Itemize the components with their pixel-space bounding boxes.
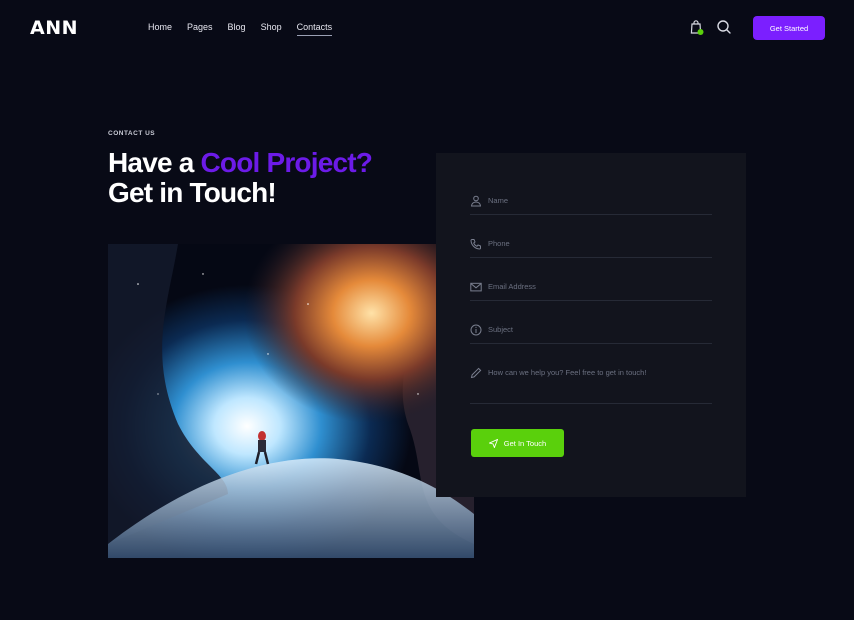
pencil-icon: [470, 366, 482, 379]
nav-contacts[interactable]: Contacts: [296, 22, 333, 36]
nav-pages[interactable]: Pages: [187, 22, 213, 36]
submit-label: Get In Touch: [503, 438, 547, 448]
headline-part1: Have a: [108, 147, 201, 178]
main-nav: Home Pages Blog Shop Contacts: [148, 22, 347, 36]
page-title: Have a Cool Project? Get in Touch!: [108, 148, 428, 208]
phone-icon: [470, 237, 482, 250]
subject-placeholder: Subject: [488, 325, 514, 334]
search-icon[interactable]: [716, 19, 732, 35]
phone-field[interactable]: Phone: [470, 236, 712, 258]
contact-form: Name Phone Email Address Subject How can…: [436, 153, 746, 497]
subject-field[interactable]: Subject: [470, 322, 712, 344]
nav-home[interactable]: Home: [148, 22, 172, 36]
section-eyebrow: CONTACT US: [108, 130, 156, 137]
name-placeholder: Name: [488, 196, 509, 205]
message-placeholder: How can we help you? Feel free to get in…: [488, 368, 647, 377]
cart-icon[interactable]: [690, 20, 704, 36]
nav-blog[interactable]: Blog: [228, 22, 246, 36]
mail-icon: [470, 280, 482, 292]
email-field[interactable]: Email Address: [470, 279, 712, 301]
nav-shop[interactable]: Shop: [261, 22, 282, 36]
get-in-touch-button[interactable]: Get In Touch: [471, 429, 564, 457]
hero-image: [108, 244, 474, 558]
message-field[interactable]: How can we help you? Feel free to get in…: [470, 365, 712, 404]
headline-accent: Cool Project?: [200, 147, 373, 178]
phone-placeholder: Phone: [488, 239, 510, 248]
headline-part2: Get in Touch!: [108, 177, 277, 208]
site-header: ANN Home Pages Blog Shop Contacts Get St…: [0, 0, 854, 56]
user-icon: [470, 194, 482, 207]
get-started-button[interactable]: Get Started: [753, 16, 825, 40]
email-placeholder: Email Address: [488, 282, 536, 291]
name-field[interactable]: Name: [470, 193, 712, 215]
info-icon: [470, 323, 482, 336]
send-icon: [488, 438, 498, 448]
logo[interactable]: ANN: [30, 17, 78, 39]
